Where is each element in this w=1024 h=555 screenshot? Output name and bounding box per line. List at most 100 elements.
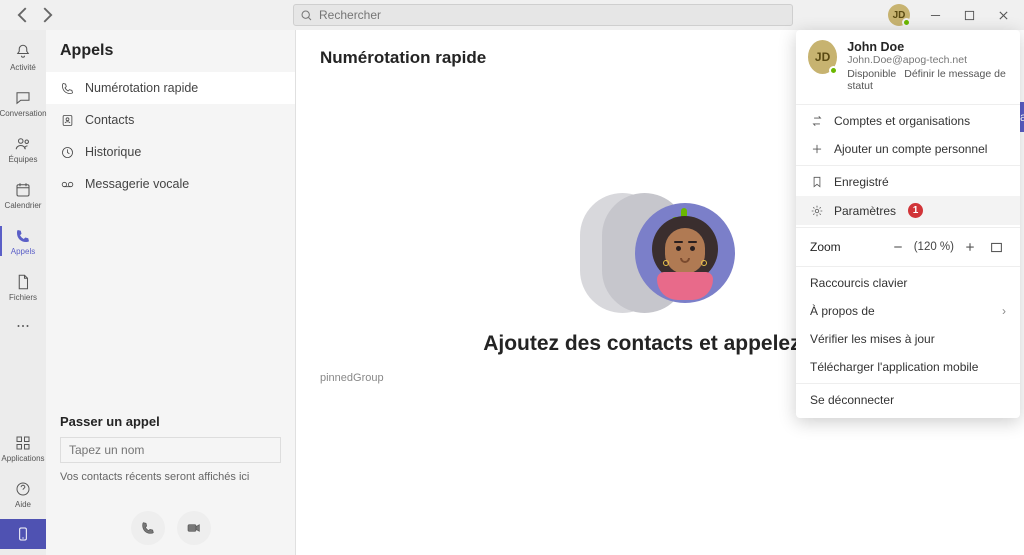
rail-item-chat[interactable]: Conversation bbox=[0, 82, 46, 124]
maximize-icon bbox=[964, 10, 975, 21]
recent-contacts-hint: Vos contacts récents seront affichés ici bbox=[60, 471, 281, 483]
calls-side-panel: Appels Numérotation rapide Contacts Hist… bbox=[46, 30, 296, 555]
window-minimize-button[interactable] bbox=[918, 1, 952, 29]
rail-label: Activité bbox=[10, 63, 36, 72]
menu-sign-out[interactable]: Se déconnecter bbox=[796, 386, 1020, 414]
zoom-value: (120 %) bbox=[914, 241, 954, 253]
presence-indicator bbox=[902, 18, 911, 27]
menu-settings[interactable]: Paramètres 1 bbox=[796, 196, 1020, 225]
empty-state-illustration bbox=[580, 188, 740, 318]
profile-status[interactable]: Disponible bbox=[847, 68, 896, 80]
rail-item-apps[interactable]: Applications bbox=[0, 427, 46, 469]
rail-mobile-button[interactable] bbox=[0, 519, 46, 549]
zoom-out-button[interactable] bbox=[888, 237, 908, 257]
chevron-right-icon bbox=[36, 4, 58, 26]
rail-label: Aide bbox=[15, 500, 31, 509]
search-box[interactable] bbox=[293, 4, 793, 26]
minimize-icon bbox=[930, 10, 941, 21]
rail-item-more[interactable] bbox=[0, 312, 46, 340]
rail-item-calls[interactable]: Appels bbox=[0, 220, 46, 262]
phone-icon bbox=[140, 520, 156, 536]
profile-menu: JD John Doe John.Doe@apog-tech.net Dispo… bbox=[796, 30, 1020, 418]
sidebar-item-voicemail[interactable]: Messagerie vocale bbox=[46, 168, 295, 200]
contacts-icon bbox=[60, 113, 75, 128]
menu-saved[interactable]: Enregistré bbox=[796, 168, 1020, 196]
chevron-right-icon: › bbox=[1002, 304, 1006, 318]
sidebar-item-history[interactable]: Historique bbox=[46, 136, 295, 168]
sidebar-item-label: Contacts bbox=[85, 113, 134, 127]
history-icon bbox=[60, 145, 75, 160]
rail-item-help[interactable]: Aide bbox=[0, 473, 46, 515]
menu-shortcuts[interactable]: Raccourcis clavier bbox=[796, 269, 1020, 297]
plus-icon bbox=[964, 241, 976, 253]
sidebar-item-label: Numérotation rapide bbox=[85, 81, 198, 95]
people-icon bbox=[14, 135, 32, 153]
mobile-icon bbox=[15, 526, 31, 542]
bell-icon bbox=[14, 43, 32, 61]
video-icon bbox=[186, 520, 202, 536]
calendar-icon bbox=[14, 181, 32, 199]
presence-indicator bbox=[829, 66, 838, 75]
rail-label: Fichiers bbox=[9, 293, 37, 302]
rail-item-activity[interactable]: Activité bbox=[0, 36, 46, 78]
menu-add-account[interactable]: Ajouter un compte personnel bbox=[796, 135, 1020, 163]
gear-icon bbox=[810, 204, 824, 218]
profile-name: John Doe bbox=[847, 40, 1008, 54]
sidebar-item-speed-dial[interactable]: Numérotation rapide bbox=[46, 72, 295, 104]
settings-badge: 1 bbox=[908, 203, 923, 218]
apps-icon bbox=[14, 434, 32, 452]
app-rail: Activité Conversation Équipes Calendrier… bbox=[0, 30, 46, 555]
side-panel-title: Appels bbox=[46, 30, 295, 72]
phone-icon bbox=[14, 227, 32, 245]
fullscreen-icon bbox=[990, 241, 1003, 254]
rail-item-files[interactable]: Fichiers bbox=[0, 266, 46, 308]
title-bar: JD bbox=[0, 0, 1024, 30]
help-icon bbox=[14, 480, 32, 498]
chevron-left-icon bbox=[12, 4, 34, 26]
rail-label: Conversation bbox=[0, 109, 47, 118]
rail-label: Équipes bbox=[9, 155, 38, 164]
phone-icon bbox=[60, 81, 75, 96]
zoom-label: Zoom bbox=[810, 240, 882, 254]
dial-name-input[interactable] bbox=[60, 437, 281, 463]
voicemail-icon bbox=[60, 177, 75, 192]
profile-avatar: JD bbox=[808, 40, 837, 74]
file-icon bbox=[14, 273, 32, 291]
swap-icon bbox=[810, 114, 824, 128]
sidebar-item-label: Historique bbox=[85, 145, 141, 159]
plus-icon bbox=[810, 142, 824, 156]
menu-accounts[interactable]: Comptes et organisations bbox=[796, 107, 1020, 135]
make-call-title: Passer un appel bbox=[60, 414, 281, 429]
nav-forward-button[interactable] bbox=[36, 4, 58, 26]
window-close-button[interactable] bbox=[986, 1, 1020, 29]
nav-back-button[interactable] bbox=[12, 4, 34, 26]
rail-label: Appels bbox=[11, 247, 35, 256]
menu-zoom: Zoom (120 %) bbox=[796, 230, 1020, 264]
rail-label: Applications bbox=[1, 454, 44, 463]
window-maximize-button[interactable] bbox=[952, 1, 986, 29]
rail-item-calendar[interactable]: Calendrier bbox=[0, 174, 46, 216]
bookmark-icon bbox=[810, 175, 824, 189]
close-icon bbox=[998, 10, 1009, 21]
rail-item-teams[interactable]: Équipes bbox=[0, 128, 46, 170]
menu-check-updates[interactable]: Vérifier les mises à jour bbox=[796, 325, 1020, 353]
menu-download-mobile[interactable]: Télécharger l'application mobile bbox=[796, 353, 1020, 381]
audio-call-button[interactable] bbox=[131, 511, 165, 545]
chat-icon bbox=[14, 89, 32, 107]
more-icon bbox=[14, 317, 32, 335]
video-call-button[interactable] bbox=[177, 511, 211, 545]
sidebar-item-label: Messagerie vocale bbox=[85, 177, 189, 191]
search-icon bbox=[300, 9, 313, 22]
profile-avatar-button[interactable]: JD bbox=[888, 4, 910, 26]
profile-email: John.Doe@apog-tech.net bbox=[847, 54, 1008, 66]
sidebar-item-contacts[interactable]: Contacts bbox=[46, 104, 295, 136]
pinned-group-label: pinnedGroup bbox=[320, 372, 384, 384]
make-call-section: Passer un appel Vos contacts récents ser… bbox=[46, 404, 295, 497]
fullscreen-button[interactable] bbox=[986, 237, 1006, 257]
search-input[interactable] bbox=[319, 8, 786, 22]
zoom-in-button[interactable] bbox=[960, 237, 980, 257]
menu-about[interactable]: À propos de› bbox=[796, 297, 1020, 325]
rail-label: Calendrier bbox=[5, 201, 42, 210]
minus-icon bbox=[892, 241, 904, 253]
empty-state-caption: Ajoutez des contacts et appelez-les bbox=[483, 332, 837, 356]
